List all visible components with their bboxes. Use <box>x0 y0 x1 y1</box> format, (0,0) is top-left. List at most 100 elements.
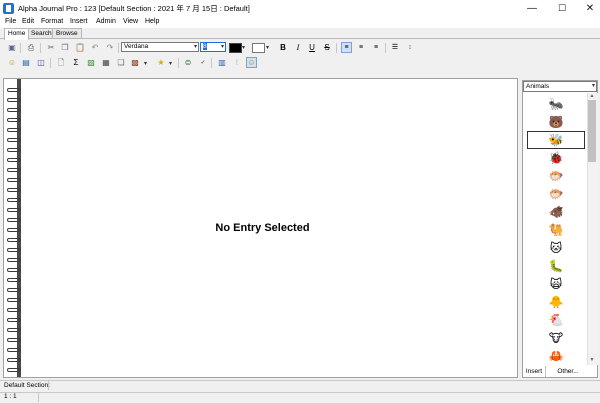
section-field <box>48 381 449 390</box>
chevron-down-icon: ▾ <box>591 83 595 89</box>
print-icon[interactable]: ⎙ <box>26 43 36 53</box>
toolbar-separator <box>50 58 51 68</box>
tab-home[interactable]: Home <box>4 28 30 40</box>
binding-ring <box>7 168 21 172</box>
emoji-category-select[interactable]: Animals ▾ <box>523 81 597 92</box>
emoji-item-selected[interactable]: 🐝 <box>527 131 585 149</box>
line-spacing-icon[interactable]: ↕ <box>405 43 415 53</box>
other-emoji-button[interactable]: Other... <box>546 366 590 377</box>
toolbar-separator <box>20 43 21 53</box>
insert-emoji-button[interactable]: Insert <box>523 366 546 377</box>
insert-file-icon[interactable]: 🗋 <box>56 58 66 68</box>
binding-ring <box>7 128 21 132</box>
highlight-color-swatch[interactable] <box>252 43 265 53</box>
section-name: Default Section <box>4 382 49 389</box>
insert-object-icon[interactable]: ◫ <box>36 58 46 68</box>
scroll-up-icon[interactable]: ▲ <box>588 93 596 100</box>
menu-help[interactable]: Help <box>145 18 159 25</box>
maximize-button[interactable]: ☐ <box>547 0 577 17</box>
binding-ring <box>7 358 21 362</box>
binding-ring <box>7 278 21 282</box>
calendar-view-icon[interactable]: ▥ <box>217 58 227 68</box>
sigma-icon[interactable]: Σ <box>71 58 81 68</box>
emoji-face-icon[interactable]: ☺ <box>7 58 17 68</box>
emoji-item[interactable]: 🐥 <box>527 293 585 311</box>
font-size-value: 8 <box>203 43 207 50</box>
save-icon[interactable]: ▣ <box>7 43 17 53</box>
attachment-icon[interactable]: ▩ <box>130 58 140 68</box>
scroll-down-icon[interactable]: ▼ <box>588 357 596 364</box>
menu-insert[interactable]: Insert <box>70 18 88 25</box>
binding-ring <box>7 228 21 232</box>
align-center-icon[interactable]: ≡ <box>356 43 366 53</box>
emoji-item[interactable]: 🐞 <box>527 149 585 167</box>
align-left-icon[interactable]: ≡ <box>341 42 352 53</box>
menu-file[interactable]: File <box>5 18 16 25</box>
emoji-panel-toggle-icon[interactable]: ☺ <box>246 57 257 68</box>
bold-button[interactable]: B <box>278 43 288 53</box>
binding-ring <box>7 88 21 92</box>
binding-ring <box>7 218 21 222</box>
emoji-item[interactable]: 🐗 <box>527 203 585 221</box>
italic-button[interactable]: I <box>293 43 303 53</box>
copy-icon[interactable]: ❐ <box>60 43 70 53</box>
menu-format[interactable]: Format <box>41 18 63 25</box>
menu-view[interactable]: View <box>123 18 138 25</box>
minimize-button[interactable]: — <box>517 0 547 17</box>
star-icon[interactable]: ★ <box>156 58 166 68</box>
emoji-item[interactable]: 🐔 <box>527 311 585 329</box>
bullet-list-icon[interactable]: ☰ <box>390 43 400 53</box>
chevron-down-icon[interactable]: ▾ <box>144 60 147 67</box>
outline-view-icon[interactable]: ⋮ <box>232 58 242 68</box>
chevron-down-icon[interactable]: ▾ <box>266 44 269 51</box>
emoji-item[interactable]: 🐛 <box>527 257 585 275</box>
insert-picture-icon[interactable]: ▨ <box>86 58 96 68</box>
align-right-icon[interactable]: ≡ <box>371 43 381 53</box>
binding-ring <box>7 118 21 122</box>
emoji-item[interactable]: 🐻 <box>527 113 585 131</box>
font-name-select[interactable]: Verdana ▾ <box>121 42 199 52</box>
no-entry-message: No Entry Selected <box>215 222 310 234</box>
underline-button[interactable]: U <box>307 43 317 53</box>
chevron-down-icon[interactable]: ▾ <box>242 44 245 51</box>
binding-ring <box>7 328 21 332</box>
chevron-down-icon[interactable]: ▾ <box>169 60 172 67</box>
link-icon[interactable]: ⊜ <box>183 58 193 68</box>
emoji-item[interactable]: 🐱 <box>527 239 585 257</box>
emoji-item[interactable]: 🦀 <box>527 347 585 365</box>
table-icon[interactable]: ▦ <box>101 58 111 68</box>
font-size-select[interactable]: 8 ▾ <box>200 42 226 52</box>
menu-admin[interactable]: Admin <box>96 18 116 25</box>
redo-icon[interactable]: ↷ <box>105 43 115 53</box>
template-icon[interactable]: ❏ <box>116 58 126 68</box>
close-button[interactable]: ✕ <box>575 0 600 17</box>
emoji-item[interactable]: 🐮 <box>527 329 585 347</box>
paste-icon[interactable]: 📋 <box>75 43 85 53</box>
emoji-item[interactable]: 🙀 <box>527 275 585 293</box>
binding-ring <box>7 338 21 342</box>
binding-ring <box>7 298 21 302</box>
binding-ring <box>7 348 21 352</box>
strikethrough-button[interactable]: S <box>322 43 332 53</box>
text-color-swatch[interactable] <box>229 43 242 53</box>
chevron-down-icon: ▾ <box>193 44 197 50</box>
binding-ring <box>7 268 21 272</box>
emoji-category-value: Animals <box>526 83 550 90</box>
toolbar-separator <box>40 43 41 53</box>
undo-icon[interactable]: ↶ <box>90 43 100 53</box>
binding-ring <box>7 308 21 312</box>
emoji-item[interactable]: 🐡 <box>527 167 585 185</box>
binding-ring <box>7 198 21 202</box>
emoji-item[interactable]: 🐫 <box>527 221 585 239</box>
spell-check-icon[interactable]: ✓ <box>198 58 208 68</box>
insert-image-icon[interactable]: ▤ <box>21 58 31 68</box>
emoji-item[interactable]: 🐜 <box>527 95 585 113</box>
scrollbar-thumb[interactable] <box>588 100 596 162</box>
binding-ring <box>7 98 21 102</box>
binding-ring <box>7 248 21 252</box>
section-label: Default Section: <box>4 382 50 389</box>
binding-ring <box>7 158 21 162</box>
emoji-item[interactable]: 🐡 <box>527 185 585 203</box>
cut-icon[interactable]: ✂ <box>46 43 56 53</box>
menu-edit[interactable]: Edit <box>22 18 34 25</box>
